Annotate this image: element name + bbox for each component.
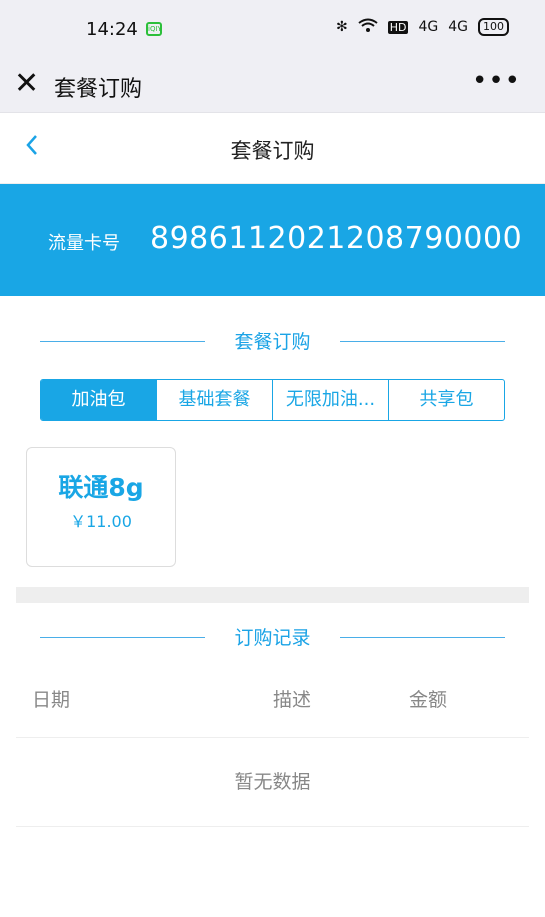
- section-separator: [16, 587, 529, 603]
- page-title: 套餐订购: [230, 139, 315, 163]
- divider-line-right: [340, 341, 505, 342]
- column-header-description: 描述: [273, 689, 312, 711]
- column-header-date: 日期: [32, 689, 71, 711]
- status-time: 14:24: [86, 19, 138, 40]
- status-icons: ✻ HD 4G 4G 100: [336, 18, 509, 36]
- iqiyi-app-icon: iQIY: [146, 22, 162, 36]
- hd-icon: HD: [387, 20, 409, 34]
- records-table-header: 日期 描述 金额: [16, 657, 529, 738]
- signal-icon-2: 4G: [448, 19, 468, 35]
- signal-icon-1: 4G: [418, 19, 439, 35]
- package-tabs: 加油包 基础套餐 无限加油... 共享包: [40, 379, 505, 421]
- divider-line-right: [340, 637, 505, 638]
- battery-icon: 100: [478, 18, 509, 36]
- section-order-title: 套餐订购: [234, 331, 311, 353]
- tab-basic-plan[interactable]: 基础套餐: [156, 380, 272, 420]
- more-icon[interactable]: •••: [472, 66, 521, 96]
- section-records-title: 订购记录: [234, 627, 311, 649]
- section-records-header: 订购记录: [0, 617, 545, 657]
- status-bar: 14:24 iQIY ✻ HD 4G 4G 100: [0, 0, 545, 60]
- divider-line-left: [40, 341, 205, 342]
- package-card[interactable]: 联通8g ￥11.00: [26, 447, 176, 567]
- package-price: ￥11.00: [70, 512, 132, 531]
- package-list: 联通8g ￥11.00: [0, 421, 545, 567]
- card-number-label: 流量卡号: [48, 233, 120, 254]
- tab-shared-pack[interactable]: 共享包: [388, 380, 504, 420]
- empty-state: 暂无数据: [16, 738, 529, 827]
- card-banner: 流量卡号 8986112021208790000: [0, 184, 545, 296]
- tab-unlimited-refuel[interactable]: 无限加油...: [272, 380, 388, 420]
- wifi-icon: [358, 18, 378, 36]
- webview-title: 套餐订购: [54, 77, 143, 102]
- divider-line-left: [40, 637, 205, 638]
- tab-refuel-pack[interactable]: 加油包: [41, 380, 156, 420]
- close-icon[interactable]: ✕: [14, 69, 39, 99]
- page-nav-bar: 套餐订购: [0, 113, 545, 184]
- bluetooth-icon: ✻: [335, 19, 348, 35]
- section-order-header: 套餐订购: [0, 321, 545, 361]
- card-number-value: 8986112021208790000: [150, 221, 523, 256]
- column-header-amount: 金额: [409, 689, 448, 711]
- package-name: 联通8g: [58, 473, 144, 502]
- webview-header: ✕ 套餐订购 •••: [0, 60, 545, 113]
